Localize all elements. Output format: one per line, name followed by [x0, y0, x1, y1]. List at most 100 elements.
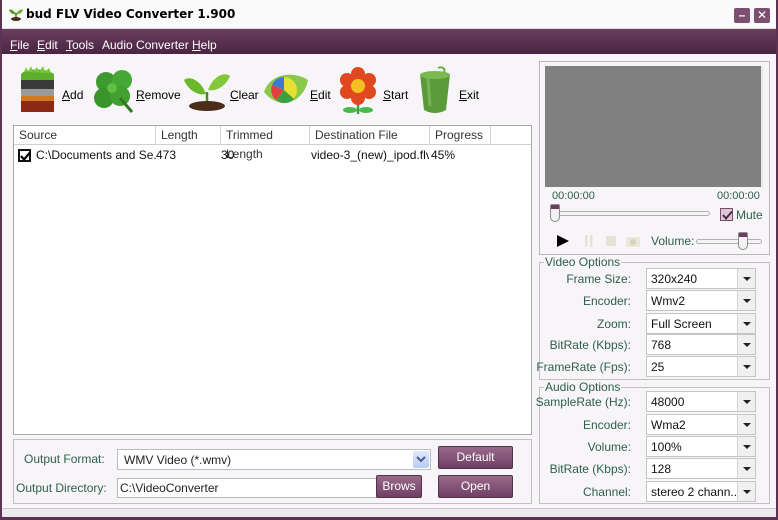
- check-icon: [722, 210, 733, 221]
- frame-size-select[interactable]: 320x240: [646, 268, 756, 289]
- flower-icon: [340, 67, 376, 114]
- file-row-checkbox[interactable]: [18, 149, 31, 162]
- add-button[interactable]: Add: [16, 66, 86, 122]
- framerate-select[interactable]: 25: [646, 356, 756, 377]
- chevron-down-icon[interactable]: [737, 459, 755, 478]
- audio-options-group: Audio Options SampleRate (Hz): 48000 Enc…: [535, 381, 770, 504]
- snapshot-icon[interactable]: [626, 235, 640, 247]
- audio-encoder-label: Encoder:: [582, 418, 631, 432]
- title-bar: bud FLV Video Converter 1.900 – ✕: [2, 0, 776, 29]
- audio-options-title: Audio Options: [544, 380, 622, 394]
- chevron-down-icon[interactable]: [413, 451, 429, 468]
- leaf-ball-icon: [264, 74, 308, 104]
- minimize-button[interactable]: –: [734, 8, 750, 23]
- column-trimmed-length[interactable]: Trimmed Length: [221, 126, 310, 161]
- chevron-down-icon[interactable]: [737, 269, 755, 288]
- cell-trimmed-length: 30: [221, 148, 235, 162]
- close-button[interactable]: ✕: [754, 8, 770, 23]
- menu-file[interactable]: File: [10, 38, 29, 52]
- frame-size-label: Frame Size:: [566, 272, 631, 286]
- current-time: 00:00:00: [552, 190, 595, 202]
- menu-edit[interactable]: Edit: [37, 38, 58, 52]
- column-progress[interactable]: Progress: [430, 126, 491, 145]
- channel-label: Channel:: [582, 485, 631, 499]
- remove-button[interactable]: Remove: [90, 66, 181, 122]
- chevron-down-icon[interactable]: [737, 482, 755, 501]
- pause-icon[interactable]: [584, 235, 594, 247]
- chevron-down-icon[interactable]: [737, 291, 755, 310]
- mute-checkbox[interactable]: [720, 208, 733, 221]
- file-list-header: Source Length Trimmed Length Destination…: [14, 126, 531, 161]
- seek-slider-thumb[interactable]: [550, 204, 560, 222]
- menu-audio-converter[interactable]: Audio Converter: [102, 38, 189, 52]
- start-button[interactable]: Start: [336, 66, 410, 122]
- open-button[interactable]: Open: [438, 475, 513, 498]
- zoom-select[interactable]: Full Screen: [646, 313, 756, 334]
- bin-icon: [420, 66, 450, 113]
- framerate-label: FrameRate (Fps):: [536, 360, 631, 374]
- edit-button[interactable]: Edit: [262, 66, 332, 122]
- video-encoder-label: Encoder:: [582, 294, 631, 308]
- menu-bar: File Edit Tools Audio Converter Help: [2, 29, 776, 54]
- clear-button[interactable]: Clear: [182, 66, 260, 122]
- cell-source: C:\Documents and Se...: [36, 148, 156, 162]
- cell-destination: video-3_(new)_ipod.flv: [311, 148, 429, 162]
- audio-encoder-select[interactable]: Wma2: [646, 414, 756, 435]
- volume-slider[interactable]: [696, 239, 762, 244]
- default-button[interactable]: Default: [438, 446, 513, 469]
- output-directory-label: Output Directory:: [16, 481, 107, 495]
- menu-tools[interactable]: Tools: [66, 38, 94, 52]
- output-format-value: WMV Video (*.wmv): [124, 453, 232, 467]
- exit-label: Exit: [459, 88, 480, 102]
- volume-slider-thumb[interactable]: [738, 232, 749, 250]
- file-list: Source Length Trimmed Length Destination…: [13, 125, 532, 435]
- audio-bitrate-label: BitRate (Kbps):: [549, 462, 631, 476]
- chevron-down-icon[interactable]: [737, 437, 755, 456]
- audio-volume-select[interactable]: 100%: [646, 436, 756, 457]
- chevron-down-icon[interactable]: [737, 335, 755, 354]
- status-bar: [2, 508, 776, 517]
- video-options-title: Video Options: [544, 255, 622, 269]
- clover-icon: [94, 70, 134, 113]
- volume-label: Volume:: [651, 234, 695, 248]
- edit-label: Edit: [310, 88, 331, 102]
- samplerate-label: SampleRate (Hz):: [535, 395, 631, 409]
- audio-bitrate-select[interactable]: 128: [646, 458, 756, 479]
- file-row[interactable]: C:\Documents and Se... 473 30 video-3_(n…: [14, 146, 531, 165]
- preview-panel: 00:00:00 00:00:00 Mute Volume:: [539, 61, 770, 255]
- output-format-label: Output Format:: [24, 452, 105, 466]
- start-label: Start: [383, 88, 409, 102]
- mute-label: Mute: [736, 208, 763, 222]
- column-source[interactable]: Source: [14, 126, 156, 145]
- output-directory-value: C:\VideoConverter: [120, 481, 219, 495]
- channel-select[interactable]: stereo 2 chann...: [646, 481, 756, 502]
- seek-slider[interactable]: [552, 211, 710, 216]
- app-window: bud FLV Video Converter 1.900 – ✕ File E…: [0, 0, 778, 520]
- window-title: bud FLV Video Converter 1.900: [26, 7, 236, 21]
- column-destination-file[interactable]: Destination File: [310, 126, 430, 145]
- chevron-down-icon[interactable]: [737, 392, 755, 411]
- video-bitrate-select[interactable]: 768: [646, 334, 756, 355]
- browse-button[interactable]: Brows: [376, 475, 422, 498]
- chevron-down-icon[interactable]: [737, 415, 755, 434]
- zoom-label: Zoom:: [596, 317, 631, 331]
- add-label: Add: [62, 88, 84, 102]
- check-icon: [20, 151, 31, 162]
- video-bitrate-label: BitRate (Kbps):: [549, 338, 631, 352]
- chevron-down-icon[interactable]: [737, 314, 755, 333]
- audio-volume-label: Volume:: [587, 440, 631, 454]
- stop-icon[interactable]: [606, 235, 616, 247]
- app-sprout-icon: [9, 9, 23, 21]
- play-icon[interactable]: [556, 235, 570, 247]
- video-encoder-select[interactable]: Wmv2: [646, 290, 756, 311]
- sprout-icon: [184, 74, 230, 111]
- exit-button[interactable]: Exit: [412, 66, 482, 122]
- video-preview-screen: [545, 66, 763, 187]
- output-directory-input[interactable]: C:\VideoConverter: [117, 478, 379, 498]
- cell-progress: 45%: [431, 148, 456, 162]
- samplerate-select[interactable]: 48000: [646, 391, 756, 412]
- column-length[interactable]: Length: [156, 126, 221, 145]
- menu-help[interactable]: Help: [192, 38, 217, 52]
- chevron-down-icon[interactable]: [737, 357, 755, 376]
- output-format-select[interactable]: WMV Video (*.wmv): [117, 449, 431, 470]
